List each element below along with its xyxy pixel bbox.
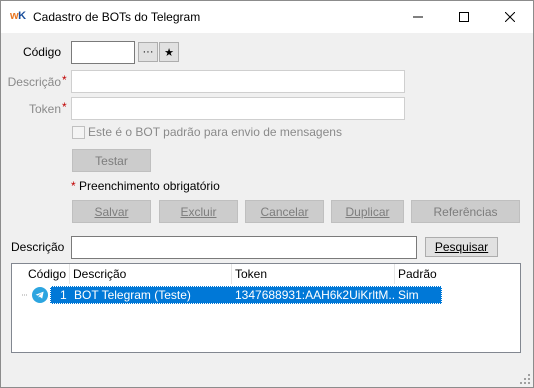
star-icon: ★ [164,46,174,59]
excluir-button[interactable]: Excluir [159,200,238,223]
token-input[interactable] [71,97,405,120]
default-bot-checkbox[interactable] [72,126,85,139]
ellipsis-icon: ··· [142,46,154,58]
column-header-padrao[interactable]: Padrão [395,264,520,284]
pesquisar-button[interactable]: Pesquisar [425,237,498,257]
codigo-label: Código [22,45,61,59]
descricao-input[interactable] [71,70,405,93]
required-note: * Preenchimento obrigatório [71,179,220,193]
favorite-button[interactable]: ★ [159,42,179,62]
resize-grip-icon[interactable] [520,374,530,384]
title-bar: wK Cadastro de BOTs do Telegram [1,1,533,33]
minimize-icon [413,16,423,18]
pesquisar-label: Pesquisar [434,240,489,254]
app-logo: wK [10,10,26,22]
required-note-text: Preenchimento obrigatório [79,179,220,193]
excluir-label: Excluir [180,204,217,219]
salvar-button[interactable]: Salvar [72,200,151,223]
minimize-button[interactable] [395,1,441,33]
maximize-icon [459,12,469,22]
results-grid[interactable]: Código Descrição Token Padrão 1 BOT Tele… [11,263,521,353]
search-label: Descrição [11,240,65,254]
search-input[interactable] [71,236,417,259]
close-icon [505,12,515,22]
column-header-codigo[interactable]: Código [25,264,70,284]
column-header-descricao[interactable]: Descrição [70,264,232,284]
cancelar-button[interactable]: Cancelar [245,200,324,223]
row-codigo-cell: 1 [60,288,67,302]
close-button[interactable] [487,1,533,33]
status-bar [1,365,533,387]
codigo-input[interactable] [71,41,135,64]
row-descricao-cell: BOT Telegram (Teste) [74,288,191,302]
token-required-mark: * [62,100,67,114]
lookup-button[interactable]: ··· [138,42,158,62]
testar-button[interactable]: Testar [72,149,151,172]
referencias-button[interactable]: Referências [411,200,520,223]
salvar-label: Salvar [94,204,129,219]
row-token-cell: 1347688931:AAH6k2UiKrltM... [235,288,395,302]
descricao-label: Descrição [7,75,61,89]
window-title: Cadastro de BOTs do Telegram [33,10,201,24]
descricao-required-mark: * [62,73,67,87]
duplicar-button[interactable]: Duplicar [331,200,404,223]
telegram-icon [32,287,48,303]
row-padrao-cell: Sim [398,288,419,302]
default-bot-checkbox-label: Este é o BOT padrão para envio de mensag… [88,125,342,139]
cancelar-label: Cancelar [260,204,309,219]
token-label: Token [28,102,61,116]
referencias-label: Referências [433,204,498,219]
maximize-button[interactable] [441,1,487,33]
column-header-token[interactable]: Token [232,264,395,284]
duplicar-label: Duplicar [345,204,390,219]
main-window: wK Cadastro de BOTs do Telegram Código ·… [0,0,534,388]
required-note-mark: * [71,179,76,193]
